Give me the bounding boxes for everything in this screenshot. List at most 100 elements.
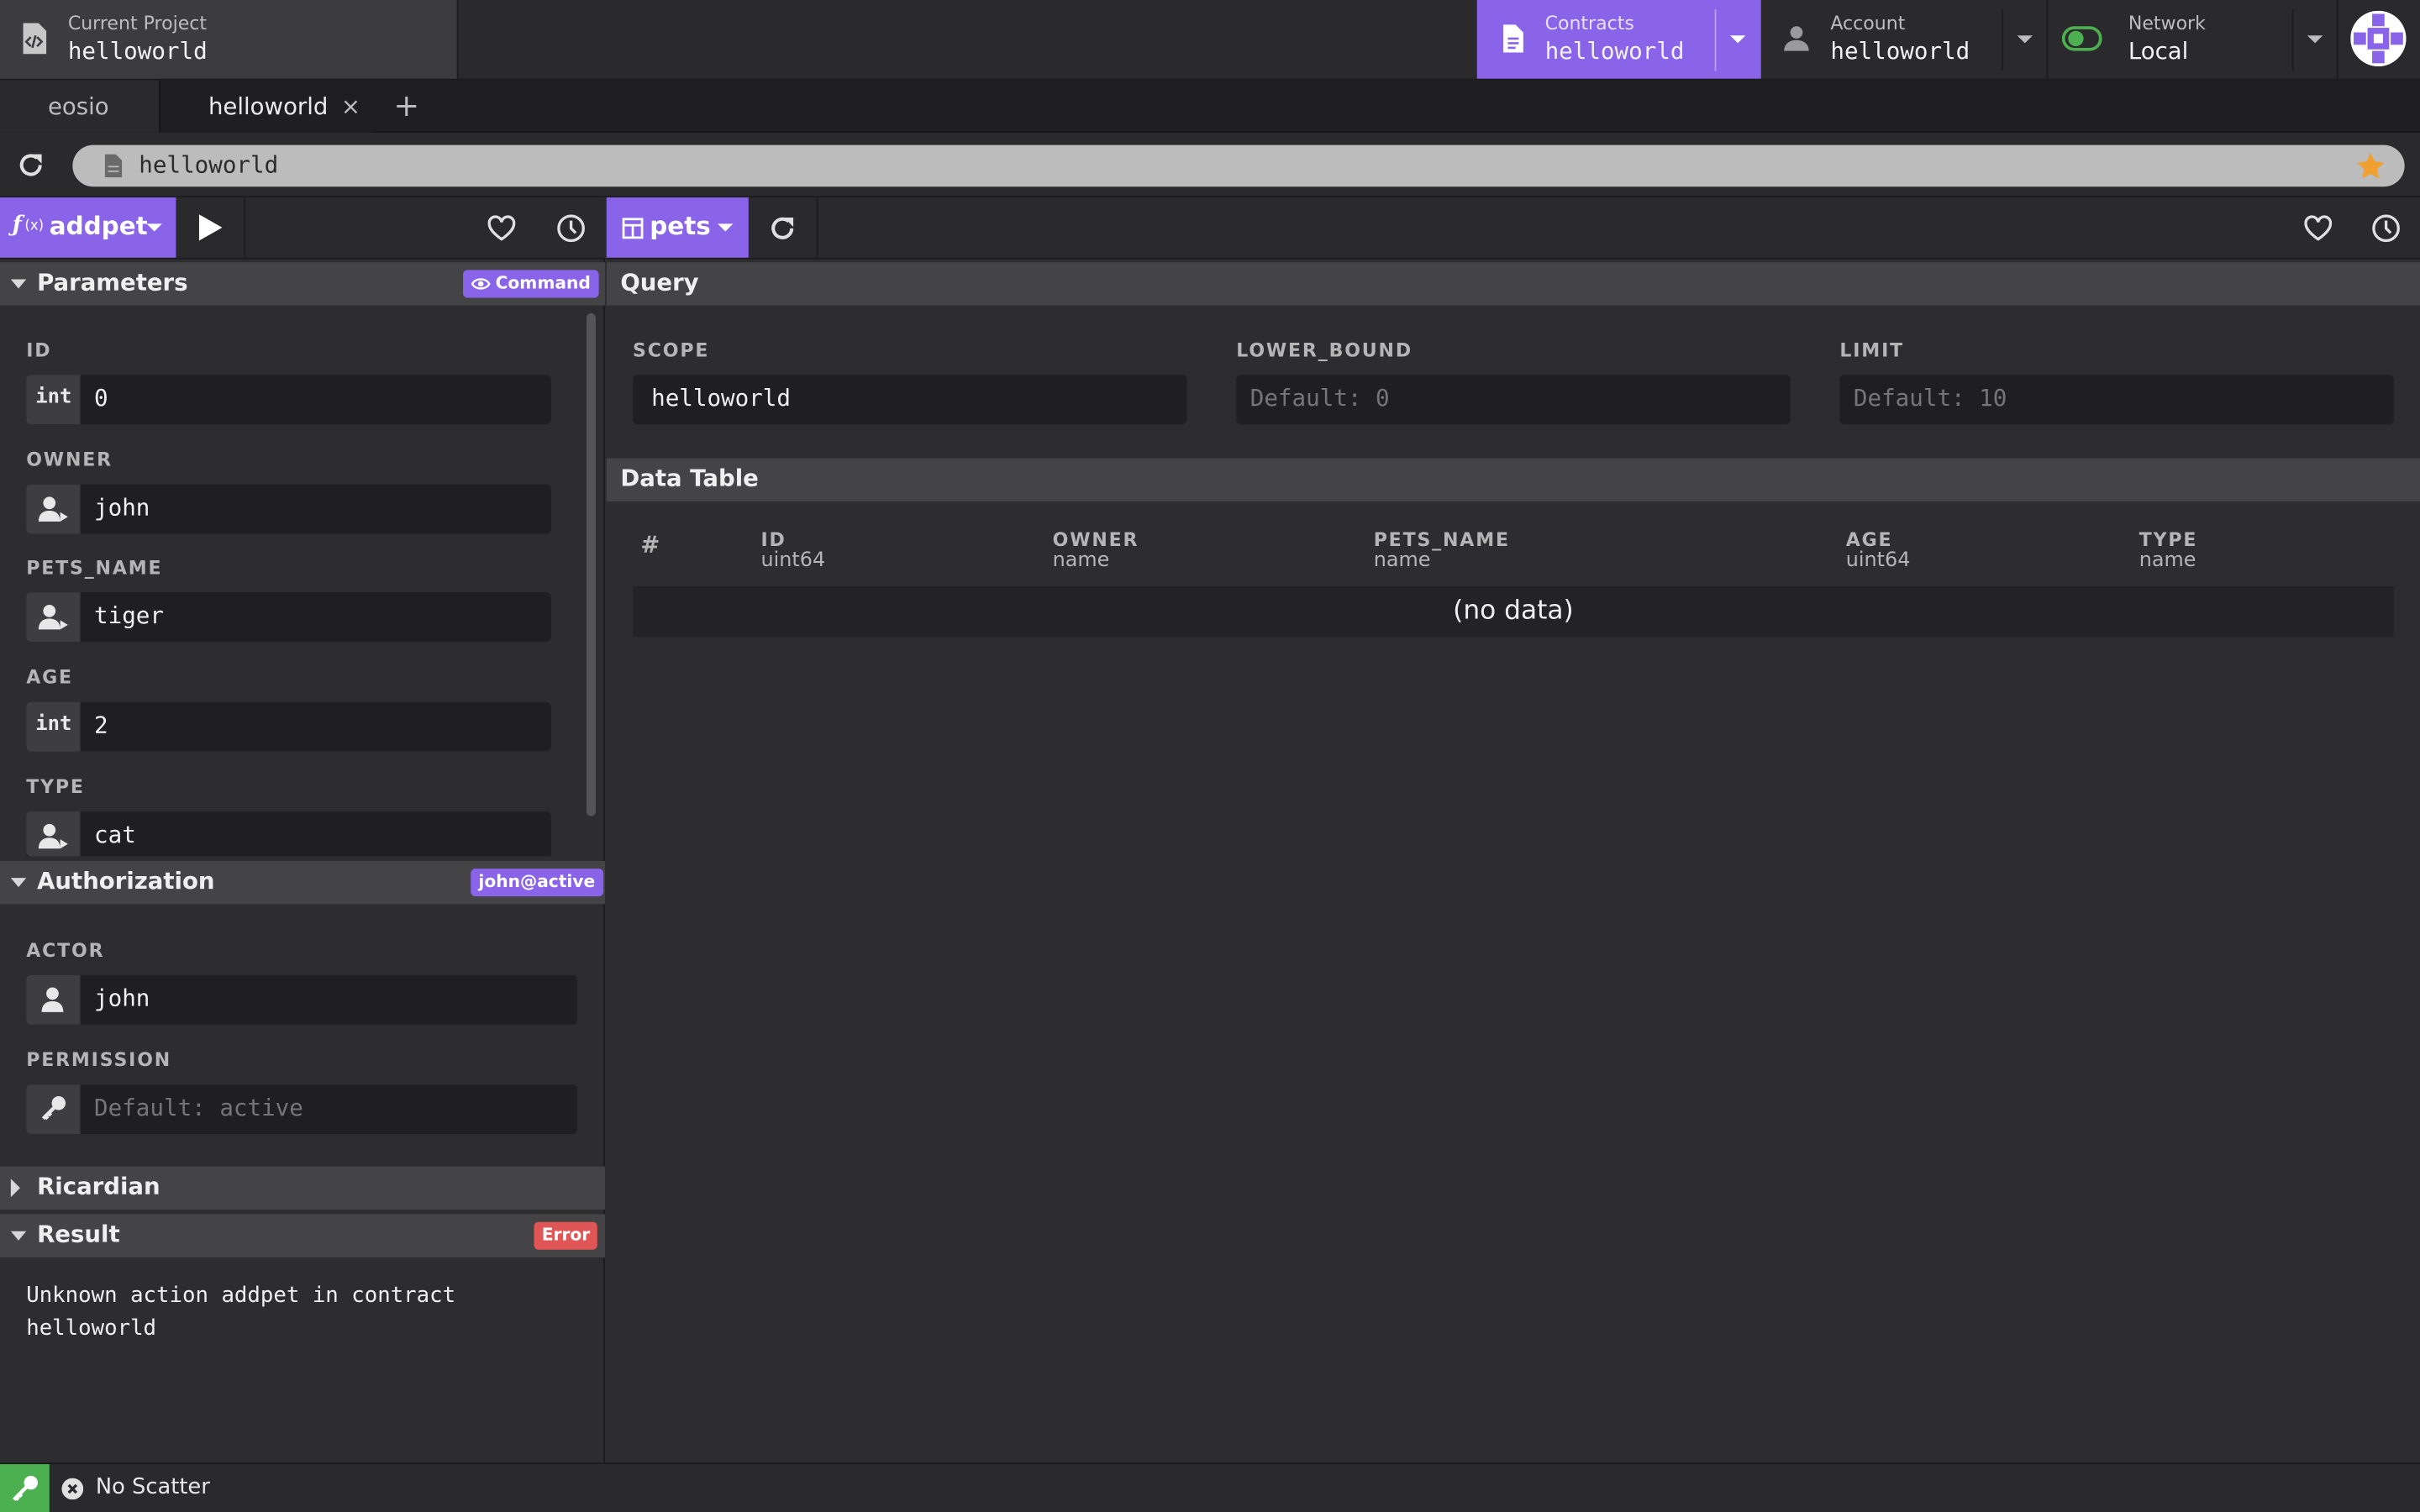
star-icon[interactable] <box>2355 151 2386 182</box>
param-label-age: AGE <box>26 666 73 689</box>
heart-icon[interactable] <box>487 213 518 244</box>
permission-field[interactable]: Default: active <box>26 1084 577 1135</box>
limit-input[interactable]: Default: 10 <box>1839 375 2394 425</box>
parameters-header[interactable]: Parameters Command <box>0 262 606 306</box>
parameters-scrollbar[interactable] <box>586 312 596 816</box>
network-selector[interactable]: Network Local <box>2048 0 2338 79</box>
collapse-icon <box>10 279 27 289</box>
param-field-age[interactable]: int 2 <box>26 701 551 752</box>
scope-input[interactable]: helloworld <box>633 375 1187 425</box>
table-selector[interactable]: pets <box>606 197 749 258</box>
column-header-owner[interactable]: OWNER name <box>1053 529 1139 572</box>
close-circle-icon <box>61 1478 84 1500</box>
scope-value: helloworld <box>651 384 791 412</box>
chevron-down-icon <box>1729 35 1746 44</box>
contracts-label: Contracts <box>1544 12 1634 34</box>
run-button[interactable] <box>176 197 246 258</box>
current-project-selector[interactable]: Current Project helloworld <box>0 0 459 79</box>
chevron-down-icon <box>2017 35 2033 44</box>
table-toolbar: pets <box>606 197 2420 260</box>
actor-field[interactable]: john <box>26 974 577 1025</box>
expand-icon <box>10 1179 20 1198</box>
column-header-pets-name[interactable]: PETS_NAME name <box>1374 529 1510 572</box>
account-label: Account <box>1830 12 1906 34</box>
command-badge-label: Command <box>495 273 591 293</box>
command-badge[interactable]: Command <box>463 270 599 298</box>
action-selector[interactable]: ƒ (x) addpet <box>0 197 176 258</box>
permission-label: PERMISSION <box>26 1048 172 1071</box>
column-name: AGE <box>1845 529 1893 551</box>
permission-placeholder: Default: active <box>94 1094 303 1122</box>
param-field-id[interactable]: int 0 <box>26 375 551 425</box>
column-type: uint64 <box>1845 549 1911 573</box>
function-icon-x: (x) <box>24 218 45 235</box>
authorization-title: Authorization <box>37 867 215 895</box>
row-number-header: # <box>640 530 660 559</box>
column-name: OWNER <box>1052 529 1139 551</box>
column-header-type[interactable]: TYPE name <box>2139 529 2198 572</box>
collapse-icon <box>10 878 27 888</box>
contracts-dropdown-button[interactable] <box>1714 9 1761 71</box>
int-icon-label: int <box>35 386 72 409</box>
data-table-header: Data Table <box>606 458 2420 501</box>
param-value-id: 0 <box>94 384 108 412</box>
account-dropdown-button[interactable] <box>2002 9 2048 71</box>
user-icon <box>1780 22 1813 55</box>
param-field-pets-name[interactable]: tiger <box>26 592 551 643</box>
column-header-id[interactable]: ID uint64 <box>761 529 826 572</box>
collapse-icon <box>10 1231 27 1241</box>
int-icon: int <box>26 375 81 425</box>
address-input[interactable]: helloworld <box>72 144 2405 187</box>
query-title: Query <box>620 268 699 297</box>
actor-value: john <box>94 984 150 1012</box>
current-project-value: helloworld <box>67 37 208 66</box>
result-title: Result <box>37 1220 120 1248</box>
column-type: name <box>1373 549 1431 573</box>
reload-icon[interactable] <box>15 150 46 181</box>
param-field-owner[interactable]: john <box>26 484 551 534</box>
network-value: Local <box>2128 37 2189 66</box>
key-icon[interactable] <box>0 1464 50 1512</box>
column-header-age[interactable]: AGE uint64 <box>1846 529 1911 572</box>
close-tab-icon[interactable]: × <box>341 92 360 120</box>
column-name: PETS_NAME <box>1373 529 1510 551</box>
param-field-type[interactable]: cat <box>26 811 551 857</box>
error-badge: Error <box>534 1221 598 1250</box>
action-toolbar: ƒ (x) addpet <box>0 197 606 260</box>
status-bar: No Scatter <box>0 1462 2420 1512</box>
account-icon <box>26 811 81 857</box>
function-icon: ƒ <box>12 213 22 238</box>
param-label-id: ID <box>26 339 52 361</box>
result-header[interactable]: Result Error <box>0 1214 606 1257</box>
network-label: Network <box>2128 12 2206 34</box>
tab-eosio[interactable]: eosio <box>0 80 161 133</box>
ricardian-header[interactable]: Ricardian <box>0 1166 606 1210</box>
ricardian-title: Ricardian <box>37 1172 160 1200</box>
address-value: helloworld <box>139 151 279 180</box>
account-icon <box>26 592 81 643</box>
document-icon <box>1496 22 1529 55</box>
authorization-header[interactable]: Authorization john@active <box>0 860 606 905</box>
refresh-button[interactable] <box>749 197 818 258</box>
table-name: pets <box>650 211 711 241</box>
avatar[interactable] <box>2350 10 2407 66</box>
column-type: name <box>1052 549 1110 573</box>
column-type: name <box>2139 549 2196 573</box>
authorization-badge: john@active <box>471 869 603 897</box>
heart-icon[interactable] <box>2302 213 2333 244</box>
query-header: Query <box>606 262 2420 306</box>
tab-bar: eosio helloworld <box>0 80 2420 133</box>
account-selector[interactable]: Account helloworld <box>1761 0 2049 79</box>
data-table-title: Data Table <box>620 464 759 492</box>
top-bar: Current Project helloworld Contracts hel… <box>0 0 2420 81</box>
param-value-age: 2 <box>94 711 108 739</box>
add-tab-button[interactable]: + <box>393 87 419 123</box>
history-icon[interactable] <box>555 213 587 244</box>
lower-bound-input[interactable]: Default: 0 <box>1236 375 1791 425</box>
network-dropdown-button[interactable] <box>2291 9 2338 71</box>
param-label-owner: OWNER <box>26 449 113 471</box>
scope-label: SCOPE <box>633 339 710 361</box>
empty-table-message: (no data) <box>1453 595 1574 627</box>
address-bar: helloworld <box>0 132 2420 198</box>
history-icon[interactable] <box>2370 213 2402 244</box>
